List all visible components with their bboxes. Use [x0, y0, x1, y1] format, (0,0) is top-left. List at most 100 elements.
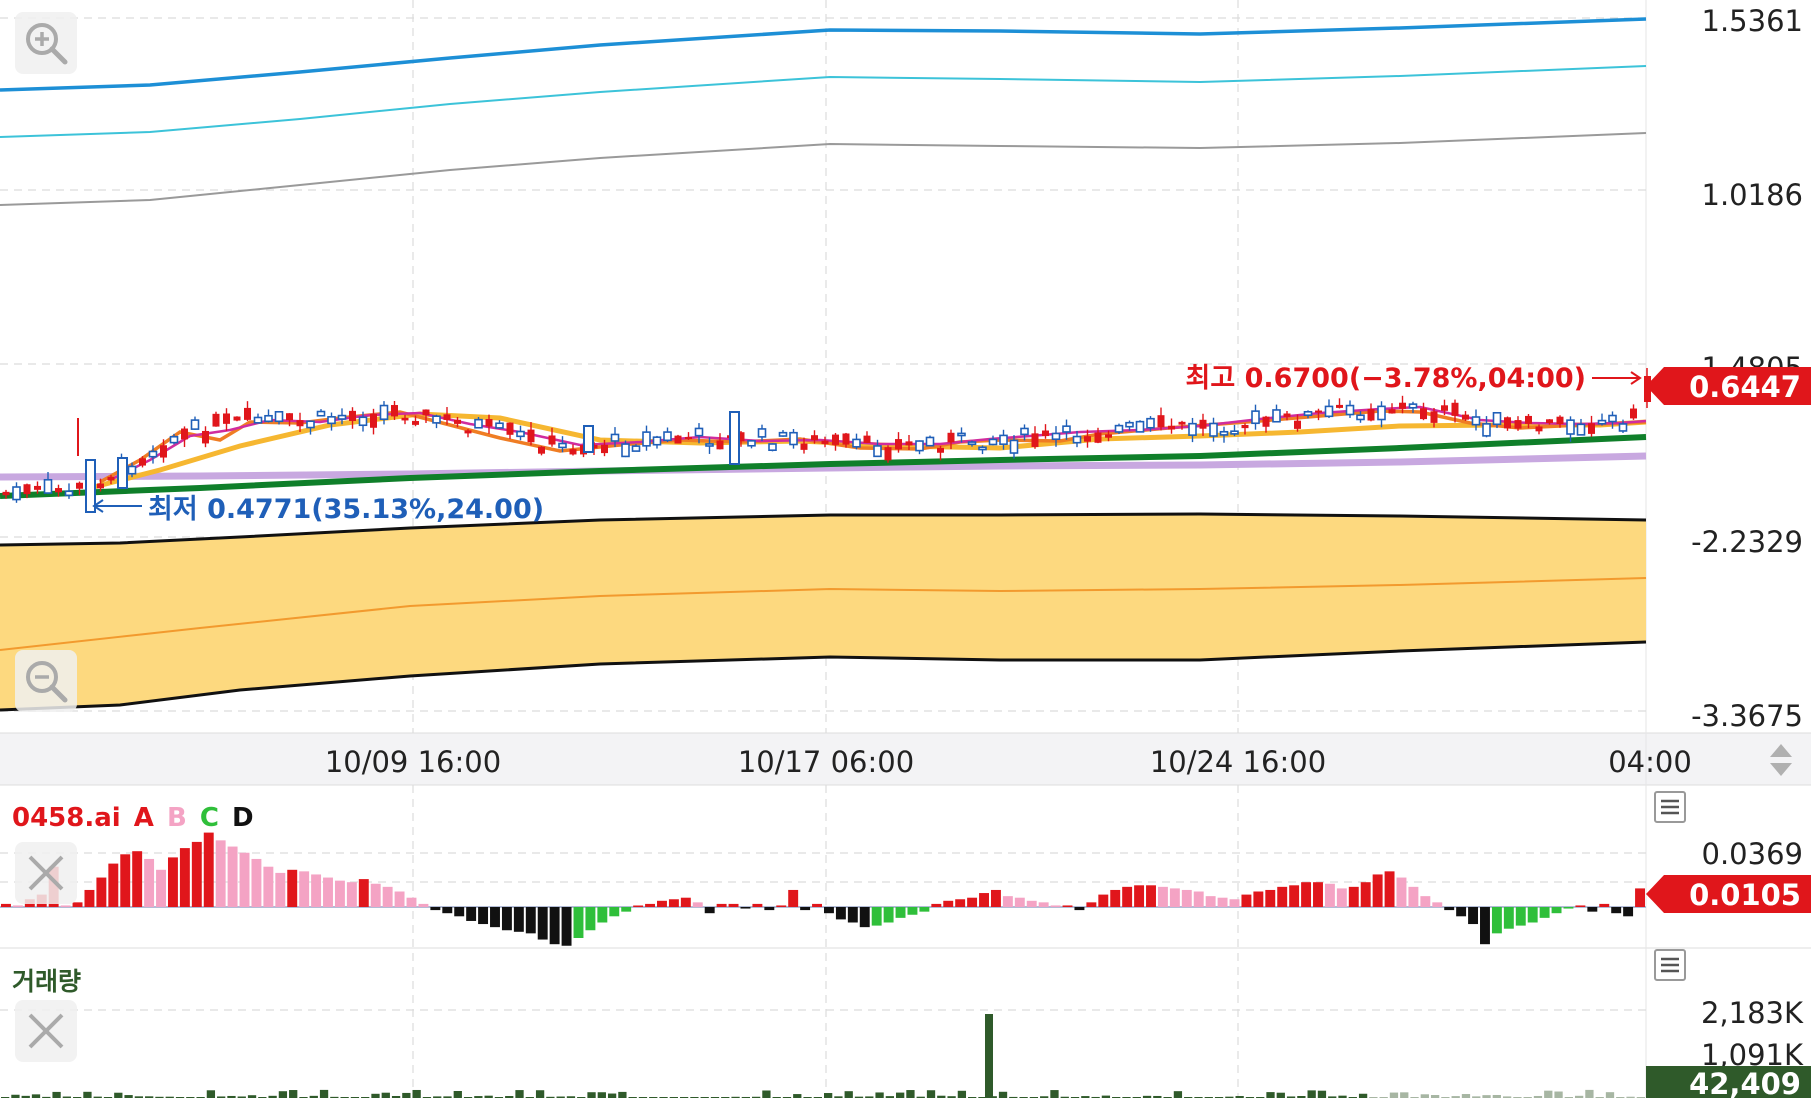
candle-body: [1209, 422, 1218, 437]
candle-body: [1084, 436, 1091, 442]
indicator-menu-button[interactable]: [1654, 791, 1686, 823]
candle-body: [1168, 425, 1175, 430]
indicator-bar: [466, 907, 477, 921]
indicator-bar: [167, 857, 178, 907]
indicator-close-button[interactable]: [15, 842, 77, 904]
indicator-bar: [1074, 907, 1085, 911]
candle-body: [370, 413, 377, 428]
candle-body: [223, 413, 230, 424]
current-price-value: 0.6447: [1689, 370, 1801, 404]
candle-body: [181, 428, 188, 440]
price-tick-label: -3.3675: [1691, 699, 1803, 733]
indicator-bar: [1563, 907, 1574, 909]
indicator-bar: [847, 907, 858, 923]
indicator-bar: [1134, 885, 1145, 907]
indicator-bar: [657, 900, 667, 907]
candle-body: [967, 441, 977, 446]
indicator-bar: [1587, 907, 1598, 912]
volume-menu-button[interactable]: [1654, 949, 1686, 981]
volume-close-button[interactable]: [15, 1000, 77, 1062]
candle-body: [988, 438, 998, 446]
indicator-bar: [990, 889, 1001, 907]
candle-body: [558, 442, 567, 449]
indicator-bar: [597, 907, 608, 923]
candle-body: [1345, 404, 1355, 416]
candle-body: [139, 458, 146, 466]
indicator-bar: [573, 907, 584, 938]
scroll-button[interactable]: [1762, 738, 1800, 782]
volume-bar: [597, 1092, 606, 1098]
indicator-bar: [979, 893, 989, 907]
candle-body: [1482, 423, 1491, 437]
indicator-bar: [1181, 889, 1192, 907]
volume-bar: [1461, 1094, 1471, 1098]
indicator-bar: [1193, 891, 1204, 907]
candle-body: [1230, 430, 1239, 435]
volume-bar: [824, 1093, 833, 1098]
indicator-bar: [943, 900, 954, 907]
indicator-bar: [358, 879, 369, 907]
candle-body: [148, 450, 158, 458]
indicator-bar: [1277, 886, 1288, 907]
indicator-bar: [1205, 896, 1216, 907]
zoom-in-button[interactable]: [15, 12, 77, 74]
indicator-bar: [1146, 885, 1156, 907]
indicator-bar: [454, 907, 465, 917]
indicator-title: 0458.ai: [12, 803, 121, 833]
indicator-bar: [1384, 871, 1395, 907]
indicator-bar: [1110, 889, 1121, 907]
candle-body: [832, 434, 839, 445]
indicator-bar: [919, 907, 930, 912]
volume-bar: [1173, 1091, 1183, 1098]
indicator-bar: [967, 897, 978, 907]
legend-b: B: [166, 803, 187, 833]
candle-body: [674, 435, 682, 444]
volume-bar: [607, 1093, 617, 1098]
candle-body: [1188, 422, 1197, 436]
zoom-out-button[interactable]: [15, 650, 77, 712]
indicator-bar: [12, 905, 23, 907]
volume-bar: [381, 1092, 390, 1098]
indicator-bar: [382, 886, 393, 907]
indicator-bar: [1408, 886, 1419, 907]
candle-body: [978, 446, 987, 451]
indicator-bar: [609, 907, 620, 917]
candle-body: [190, 419, 200, 430]
indicator-bar: [513, 907, 524, 932]
candle-body: [1451, 402, 1459, 416]
candle-body: [1420, 408, 1427, 420]
candle-body: [884, 447, 892, 461]
candle-body: [1157, 415, 1165, 428]
indicator-bar: [275, 872, 286, 907]
candle-body: [652, 436, 662, 446]
candle-body: [412, 421, 419, 425]
indicator-bar: [1229, 899, 1240, 907]
close-icon: [28, 1013, 64, 1049]
candle-body: [1042, 430, 1049, 437]
close-icon: [28, 855, 64, 891]
candle-body: [1462, 414, 1469, 420]
candle-body: [379, 404, 389, 421]
volume-bar: [618, 1091, 627, 1098]
candle-body: [274, 410, 284, 423]
candle-body: [642, 431, 651, 447]
candle-body: [1219, 430, 1229, 436]
volume-bar: [762, 1090, 771, 1098]
indicator-bar: [1217, 897, 1228, 907]
candle-body: [34, 485, 41, 490]
indicator-bar: [1396, 877, 1407, 907]
indicator-bar: [1444, 907, 1455, 911]
indicator-bar: [1324, 883, 1335, 907]
indicator-bar: [764, 907, 775, 911]
candle-body: [915, 440, 924, 452]
candle-body: [789, 431, 798, 446]
indicator-bar: [1062, 905, 1073, 907]
candle-body: [1241, 424, 1249, 429]
candle-body: [747, 440, 756, 447]
indicator-bar: [406, 897, 417, 907]
candle-body: [538, 446, 545, 454]
indicator-current-value: 0.0105: [1689, 878, 1801, 912]
indicator-bar: [1515, 907, 1526, 926]
price-tick-label: -2.2329: [1691, 525, 1803, 559]
candle-body: [1597, 419, 1607, 425]
